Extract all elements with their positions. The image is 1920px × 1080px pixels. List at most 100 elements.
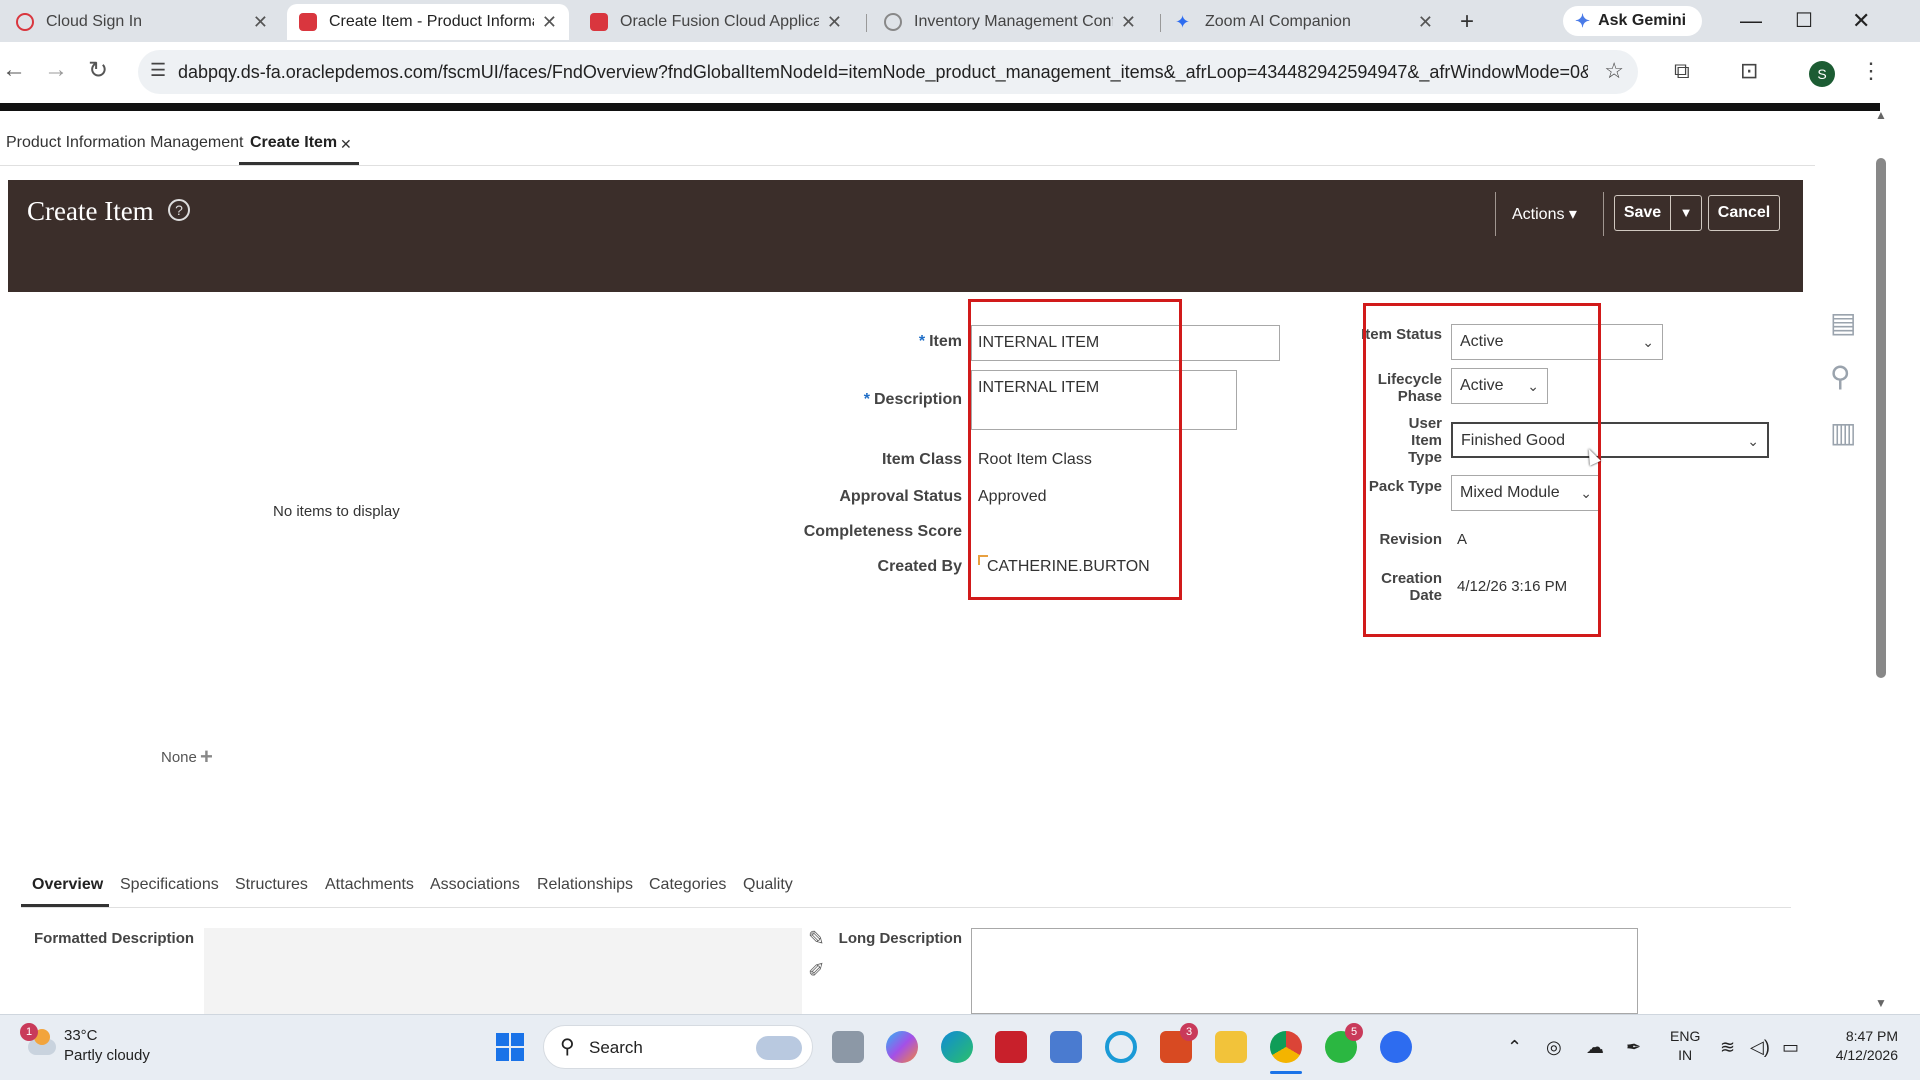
close-tab-icon[interactable]: ✕ [340, 136, 352, 153]
globe-favicon-icon [884, 13, 902, 31]
edge-icon[interactable] [941, 1031, 973, 1063]
copilot-tray-icon[interactable]: ◎ [1546, 1037, 1562, 1058]
long-description-label: Long Description [838, 930, 962, 947]
browser-tab-create-item[interactable]: Create Item - Product Informa ✕ [287, 4, 569, 40]
search-icon: ⚲ [560, 1036, 575, 1058]
save-dropdown-icon[interactable]: ▼ [1670, 195, 1702, 231]
forward-arrow-icon[interactable]: → [44, 56, 68, 84]
browser-tab-inventory-config[interactable]: Inventory Management Config ✕ [872, 4, 1148, 40]
close-window-icon[interactable]: ✕ [1852, 8, 1870, 34]
scroll-up-icon[interactable]: ▲ [1875, 108, 1887, 122]
browser-tab-oracle-fusion[interactable]: Oracle Fusion Cloud Applicatio ✕ [578, 4, 854, 40]
taskbar-search[interactable]: ⚲ Search [543, 1025, 813, 1069]
actions-menu[interactable]: Actions ▾ [1512, 204, 1577, 224]
active-tab-indicator [239, 162, 359, 165]
document-icon[interactable]: ▤ [1830, 306, 1856, 339]
extensions-icon[interactable]: ⧉ [1674, 58, 1690, 84]
task-view-icon[interactable] [832, 1031, 864, 1063]
search-icon[interactable]: ⚲ [1830, 360, 1851, 393]
created-by-label: Created By [877, 558, 962, 575]
site-settings-icon[interactable]: ☰ [150, 60, 166, 81]
tab-separator [1160, 14, 1161, 32]
edit-pencil-icon[interactable]: ✎ [808, 926, 825, 951]
cancel-button[interactable]: Cancel [1708, 195, 1780, 231]
empty-items-message: No items to display [273, 503, 400, 520]
subtab-divider [21, 907, 1791, 908]
battery-icon[interactable]: ▭ [1782, 1037, 1799, 1058]
pen-icon[interactable]: ✒ [1626, 1037, 1641, 1058]
omnibox[interactable]: ☰ dabpqy.ds-fa.oraclepdemos.com/fscmUI/f… [138, 50, 1638, 94]
chevron-down-icon: ⌄ [1642, 334, 1654, 350]
back-arrow-icon[interactable]: ← [2, 56, 26, 84]
formatted-description-label: Formatted Description [34, 930, 195, 947]
windows-start-icon[interactable] [496, 1033, 524, 1061]
page-header: Create Item ? Actions ▾ Save ▼ Cancel [8, 180, 1803, 292]
store-icon[interactable] [1050, 1031, 1082, 1063]
maximize-icon[interactable]: ☐ [1795, 8, 1813, 33]
wifi-icon[interactable]: ≋ [1720, 1037, 1735, 1058]
tab-create-item[interactable]: Create Item [250, 134, 337, 152]
page-scrollbar[interactable] [1876, 158, 1886, 678]
tab-attachments[interactable]: Attachments [325, 876, 414, 894]
app-tab-bar: Product Information Management Create It… [0, 126, 1815, 166]
profile-avatar[interactable]: S [1809, 61, 1835, 87]
highlight-box-item-details [968, 299, 1182, 600]
volume-icon[interactable]: ◁) [1750, 1037, 1770, 1058]
save-button[interactable]: Save [1614, 195, 1670, 231]
add-plus-icon[interactable]: + [200, 744, 213, 770]
tab-relationships[interactable]: Relationships [537, 876, 633, 894]
close-tab-icon[interactable]: ✕ [542, 12, 557, 33]
header-divider [1603, 192, 1604, 236]
url-text[interactable]: dabpqy.ds-fa.oraclepdemos.com/fscmUI/fac… [178, 62, 1588, 83]
browser-tab-cloud-sign-in[interactable]: Cloud Sign In ✕ [4, 4, 280, 40]
reload-icon[interactable]: ↻ [88, 56, 108, 85]
office-icon[interactable]: 3 [1160, 1023, 1198, 1063]
sparkle-favicon-icon: ✦ [1175, 12, 1191, 32]
mcafee-icon[interactable] [995, 1031, 1027, 1063]
help-icon[interactable]: ? [168, 199, 190, 221]
bookmark-star-icon[interactable]: ☆ [1604, 58, 1624, 84]
onedrive-icon[interactable]: ☁ [1586, 1037, 1604, 1058]
clear-format-icon[interactable]: ✐ [808, 958, 825, 983]
close-tab-icon[interactable]: ✕ [827, 12, 842, 33]
taskbar: 1 33°C Partly cloudy ⚲ Search 3 5 ⌃ ◎ ☁ … [0, 1014, 1920, 1080]
chevron-up-icon[interactable]: ⌃ [1507, 1037, 1522, 1058]
highlight-box-attributes [1363, 303, 1601, 637]
tab-structures[interactable]: Structures [235, 876, 308, 894]
clock[interactable]: 8:47 PM 4/12/2026 [1826, 1027, 1898, 1065]
file-explorer-icon[interactable] [1215, 1031, 1247, 1063]
close-tab-icon[interactable]: ✕ [1418, 12, 1433, 33]
tab-overview[interactable]: Overview [32, 876, 103, 894]
browser-menu-icon[interactable]: ⋮ [1860, 58, 1882, 84]
formatted-description-area[interactable] [204, 928, 802, 1014]
long-description-textarea[interactable] [971, 928, 1638, 1014]
language-indicator[interactable]: ENG IN [1670, 1027, 1700, 1065]
tab-product-information-management[interactable]: Product Information Management [6, 134, 243, 152]
weather-description[interactable]: Partly cloudy [64, 1047, 150, 1064]
chevron-down-icon: ⌄ [1747, 433, 1759, 449]
tab-specifications[interactable]: Specifications [120, 876, 219, 894]
tab-categories[interactable]: Categories [649, 876, 726, 894]
chrome-icon[interactable] [1270, 1031, 1302, 1063]
scroll-down-icon[interactable]: ▼ [1875, 996, 1887, 1010]
zoom-icon[interactable] [1380, 1031, 1412, 1063]
weather-temperature[interactable]: 33°C [64, 1027, 98, 1044]
bar-chart-icon[interactable]: ▥ [1830, 416, 1856, 449]
item-label: * Item [918, 333, 962, 350]
tab-associations[interactable]: Associations [430, 876, 520, 894]
cortana-icon[interactable] [1105, 1031, 1137, 1063]
close-tab-icon[interactable]: ✕ [1121, 12, 1136, 33]
weather-icon[interactable]: 1 [20, 1023, 56, 1057]
browser-tab-zoom-ai[interactable]: ✦ Zoom AI Companion ✕ [1163, 4, 1445, 40]
tab-quality[interactable]: Quality [743, 876, 793, 894]
copilot-icon[interactable] [886, 1031, 918, 1063]
completeness-score-label: Completeness Score [803, 523, 962, 540]
whatsapp-icon[interactable]: 5 [1325, 1023, 1363, 1063]
tab-search-icon[interactable]: ⊡ [1740, 58, 1758, 84]
search-highlight-icon [756, 1036, 802, 1060]
minimize-icon[interactable]: — [1740, 8, 1762, 34]
ask-gemini-button[interactable]: ✦ Ask Gemini [1563, 6, 1703, 36]
close-tab-icon[interactable]: ✕ [253, 12, 268, 33]
new-tab-icon[interactable]: + [1460, 8, 1474, 36]
dropdown-arrow-icon: ▾ [1568, 206, 1577, 223]
